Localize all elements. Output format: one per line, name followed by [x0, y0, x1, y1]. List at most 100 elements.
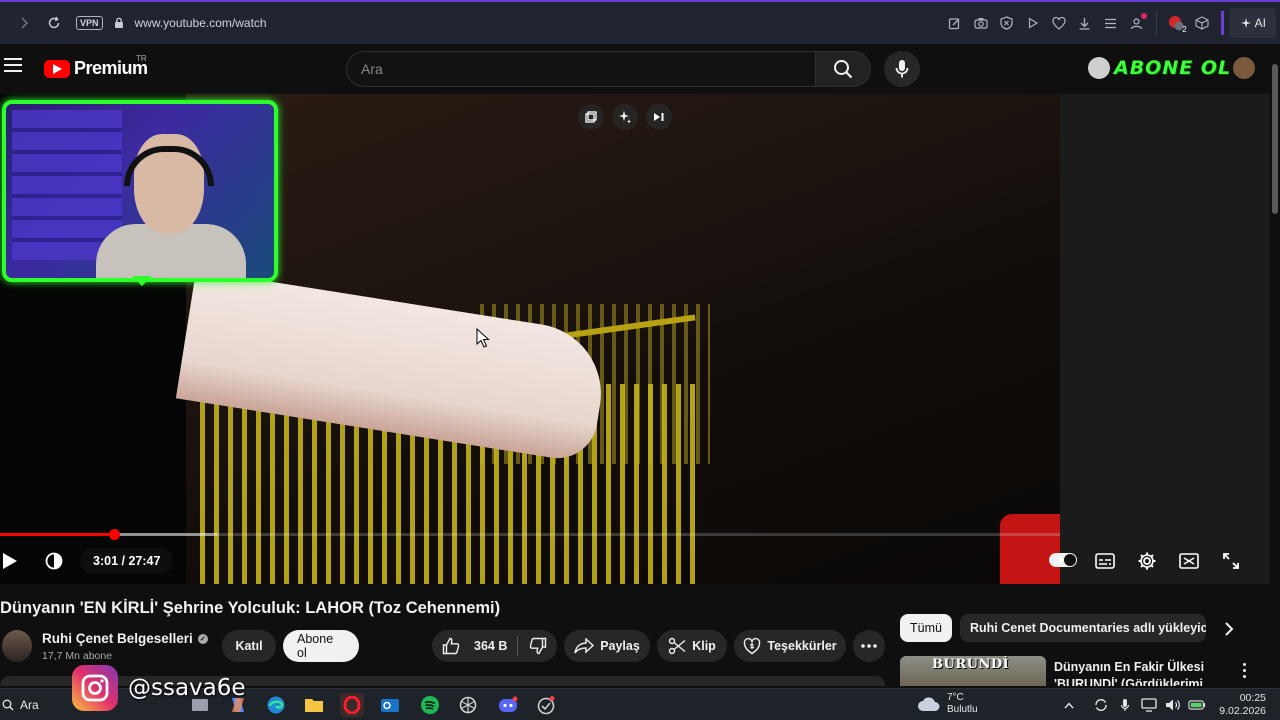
channel-name[interactable]: Ruhi Çenet Belgeselleri	[42, 631, 193, 646]
more-actions-button[interactable]	[853, 630, 885, 662]
webcam-overlay	[2, 100, 278, 286]
toolbar-divider	[1220, 11, 1224, 35]
spotify-icon[interactable]	[418, 693, 442, 717]
clip-button[interactable]: Klip	[657, 630, 727, 662]
system-clock[interactable]: 00:25 9.02.2026	[1219, 692, 1266, 718]
join-button[interactable]: Katıl	[222, 630, 276, 662]
webcam-frame	[2, 100, 278, 282]
progress-played	[0, 533, 115, 536]
mouse-cursor-icon	[476, 328, 490, 348]
share-button[interactable]: Paylaş	[564, 630, 650, 662]
fullscreen-icon	[1223, 553, 1239, 569]
camera-icon[interactable]	[968, 10, 994, 36]
subscriber-count: 17,7 Mn abone	[42, 650, 113, 662]
fullscreen-button[interactable]	[1217, 547, 1245, 575]
thanks-button[interactable]: Teşekkürler	[734, 630, 846, 662]
youtube-logo-icon	[44, 59, 70, 78]
clock-time: 00:25	[1239, 692, 1266, 704]
weather-condition: Bulutlu	[947, 704, 978, 715]
file-explorer-icon[interactable]	[302, 693, 326, 717]
settings-button[interactable]	[1133, 547, 1161, 575]
weather-widget[interactable]: 7°C Bulutlu	[917, 692, 978, 716]
edge-icon[interactable]	[264, 693, 288, 717]
recommended-thumbnail[interactable]: BURUNDİ	[900, 656, 1046, 686]
channel-avatar[interactable]	[2, 630, 32, 662]
recommended-video[interactable]: BURUNDİ Dünyanın En Fakir Ülkesi 'BURUND…	[898, 656, 1270, 686]
video-title: Dünyanın 'EN KİRLİ' Şehrine Yolculuk: LA…	[0, 599, 501, 617]
address-bar[interactable]: www.youtube.com/watch	[135, 16, 267, 30]
related-chips: Tümü Ruhi Cenet Documentaries adlı yükle…	[898, 614, 1270, 644]
guide-menu-icon[interactable]	[4, 58, 22, 72]
duration: 27:47	[128, 554, 161, 568]
verified-icon: ✓	[197, 633, 208, 644]
chip-from-uploader[interactable]: Ruhi Cenet Documentaries adlı yükleyicid…	[960, 614, 1206, 642]
temperature: 7°C	[947, 692, 964, 703]
microphone-icon[interactable]	[1116, 696, 1134, 714]
like-count: 364 B	[474, 639, 508, 653]
thumbs-up-icon	[442, 637, 460, 655]
progress-bar[interactable]	[0, 529, 1060, 540]
instagram-icon	[72, 665, 118, 711]
search-button[interactable]	[815, 51, 871, 87]
settings-icon	[1138, 552, 1156, 570]
cube-icon[interactable]	[1189, 10, 1215, 36]
ai-sparkle-icon[interactable]	[612, 104, 638, 130]
more-vertical-icon[interactable]	[1236, 658, 1252, 682]
theater-mode-button[interactable]	[1175, 547, 1203, 575]
next-icon[interactable]	[646, 104, 672, 130]
download-icon[interactable]	[1072, 10, 1098, 36]
display-icon[interactable]	[1140, 696, 1158, 714]
subscribe-label: Abone ol	[297, 632, 334, 660]
share-icon	[574, 638, 595, 654]
dislike-button[interactable]	[518, 630, 557, 662]
avatar[interactable]	[1233, 57, 1256, 79]
shield-icon[interactable]	[994, 10, 1020, 36]
ai-button[interactable]: AI	[1229, 8, 1276, 38]
chatgpt-icon[interactable]	[456, 693, 480, 717]
discord-icon[interactable]	[496, 693, 520, 717]
subtitles-button[interactable]	[1091, 547, 1119, 575]
play-icon[interactable]	[1020, 10, 1046, 36]
channel-name-row[interactable]: Ruhi Çenet Belgeselleri ✓	[42, 631, 208, 646]
miniplayer-icon[interactable]	[578, 104, 604, 130]
scrollbar-thumb[interactable]	[1272, 64, 1278, 214]
microphone-icon	[895, 60, 909, 78]
skull-icon	[1088, 57, 1110, 79]
opera-icon[interactable]	[340, 693, 364, 717]
page-scrollbar[interactable]	[1270, 44, 1280, 684]
battery-icon[interactable]	[1188, 696, 1206, 714]
edit-icon[interactable]	[942, 10, 968, 36]
vpn-badge[interactable]: VPN	[76, 16, 103, 30]
account-icon[interactable]	[1124, 10, 1150, 36]
forward-icon[interactable]	[10, 9, 38, 37]
app-icon[interactable]	[534, 693, 558, 717]
ai-label: AI	[1254, 16, 1266, 30]
player-top-controls	[578, 104, 672, 130]
search-input[interactable]	[361, 61, 815, 77]
player-side-area	[1060, 94, 1270, 584]
outlook-icon[interactable]	[378, 693, 402, 717]
instagram-handle: @ssava6e	[128, 675, 246, 701]
subscribe-button[interactable]: Abone ol	[283, 630, 359, 662]
play-button[interactable]	[0, 547, 24, 575]
voice-search-button[interactable]	[884, 51, 920, 87]
lock-icon[interactable]	[113, 17, 125, 29]
chevron-right-icon[interactable]	[1218, 618, 1240, 640]
browser-toolbar: VPN www.youtube.com/watch 2 AI	[0, 0, 1280, 44]
reload-icon[interactable]	[40, 9, 68, 37]
volume-button[interactable]	[40, 547, 68, 575]
speaker-icon[interactable]	[1164, 696, 1182, 714]
youtube-premium-logo[interactable]: Premium TR	[44, 54, 148, 79]
like-dislike-group: 364 B	[432, 630, 557, 662]
recommended-title[interactable]: Dünyanın En Fakir Ülkesi 'BURUNDİ' (Görd…	[1054, 659, 1226, 686]
overlay-subscribe-text: ABONE OL	[1114, 57, 1232, 79]
chip-all[interactable]: Tümü	[900, 614, 952, 642]
menu-icon[interactable]	[1098, 10, 1124, 36]
theater-icon	[1179, 553, 1199, 569]
search-box	[346, 51, 816, 87]
like-button[interactable]: 364 B	[432, 630, 517, 662]
extension-icon[interactable]: 2	[1163, 10, 1189, 36]
sync-icon[interactable]	[1092, 696, 1110, 714]
heart-icon[interactable]	[1046, 10, 1072, 36]
chevron-up-icon[interactable]	[1060, 696, 1078, 714]
